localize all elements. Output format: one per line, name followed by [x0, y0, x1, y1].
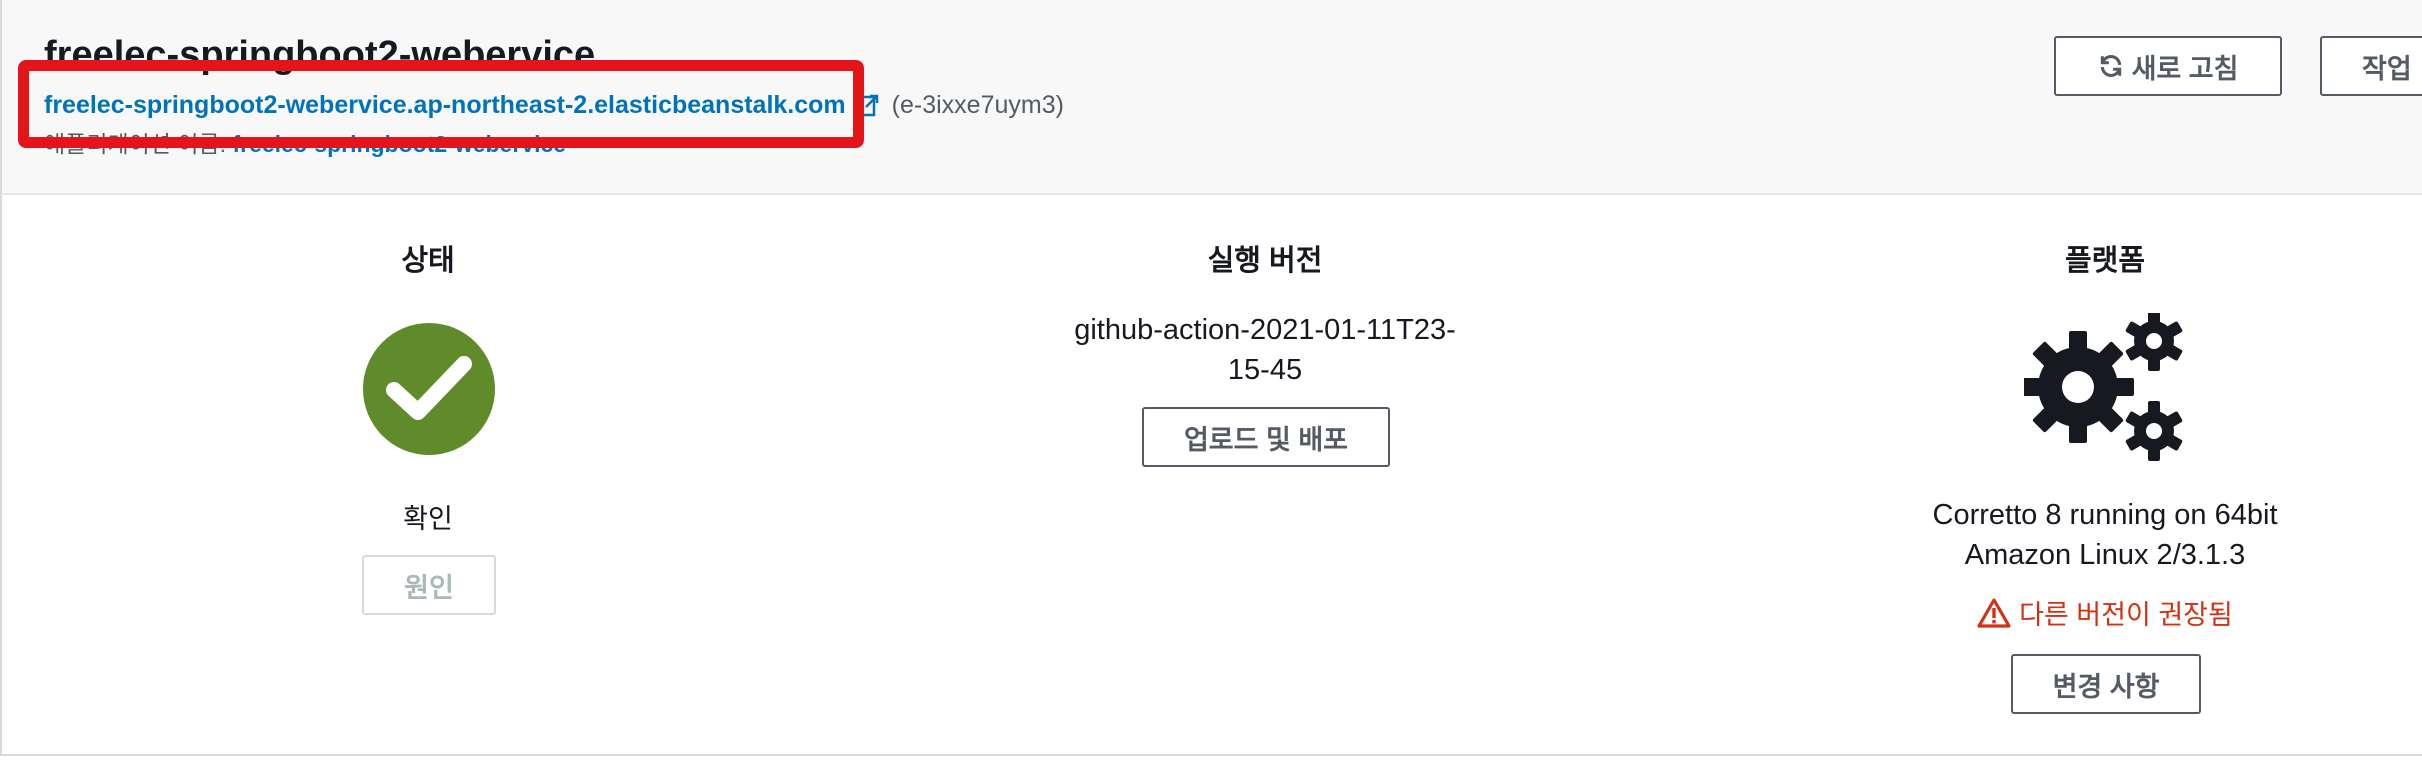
causes-button[interactable]: 원인 [362, 555, 496, 615]
panel-left-border [0, 195, 2, 756]
environment-url-link[interactable]: freelec-springboot2-webervice.ap-northea… [44, 91, 846, 120]
refresh-button[interactable]: 새로 고침 [2054, 36, 2282, 96]
application-name-label: 애플리케이션 이름: [44, 131, 233, 157]
platform-value: Corretto 8 running on 64bit Amazon Linux… [1880, 495, 2330, 575]
running-version-line1: github-action-2021-01-11T23- [1074, 314, 1456, 346]
platform-line2: Amazon Linux 2/3.1.3 [1964, 539, 2246, 571]
environment-id: (e-3ixxe7uym3) [891, 90, 1064, 119]
panel-bottom-border [0, 754, 2422, 756]
running-version-title: 실행 버전 [1207, 245, 1323, 277]
status-panel: 상태 확인 원인 [278, 195, 578, 615]
check-circle-icon [363, 323, 495, 455]
gears-icon [2024, 313, 2183, 461]
status-value: 확인 [403, 504, 453, 534]
environment-url-row: freelec-springboot2-webervice.ap-northea… [44, 88, 1070, 122]
platform-line1: Corretto 8 running on 64bit [1932, 499, 2278, 531]
upload-and-deploy-button[interactable]: 업로드 및 배포 [1142, 407, 1390, 467]
running-version-line2: 15-45 [1227, 354, 1303, 386]
change-platform-label: 변경 사항 [2052, 671, 2160, 702]
causes-button-label: 원인 [404, 572, 454, 603]
environment-overview-page: freelec-springboot2-webervice 애플리케이션 이름:… [0, 0, 2422, 762]
actions-button[interactable]: 작업 [2320, 36, 2422, 96]
platform-warning-text: 다른 버전이 권장됨 [2019, 600, 2233, 630]
environment-title: freelec-springboot2-webervice [44, 34, 596, 76]
refresh-icon [2100, 55, 2121, 77]
upload-and-deploy-label: 업로드 및 배포 [1183, 424, 1349, 455]
application-name-line: 애플리케이션 이름: freelec-springboot2-webervice [44, 125, 566, 159]
platform-title: 플랫폼 [2064, 245, 2146, 277]
environment-header: freelec-springboot2-webervice 애플리케이션 이름:… [0, 0, 2422, 195]
running-version-panel: 실행 버전 github-action-2021-01-11T23- 15-45… [1050, 195, 1480, 467]
change-platform-button[interactable]: 변경 사항 [2011, 654, 2201, 714]
refresh-button-label: 새로 고침 [2131, 53, 2239, 84]
platform-panel: 플랫폼 Corretto 8 running on 64bit Amazon L… [1880, 195, 2330, 714]
actions-button-label: 작업 [2362, 53, 2412, 84]
running-version-value: github-action-2021-01-11T23- 15-45 [1050, 310, 1480, 390]
platform-warning: 다른 버전이 권장됨 [1880, 593, 2330, 632]
external-link-icon[interactable] [856, 93, 880, 117]
application-name-link[interactable]: freelec-springboot2-webervice [232, 131, 566, 157]
status-title: 상태 [401, 245, 455, 277]
warning-icon [1977, 597, 2011, 628]
